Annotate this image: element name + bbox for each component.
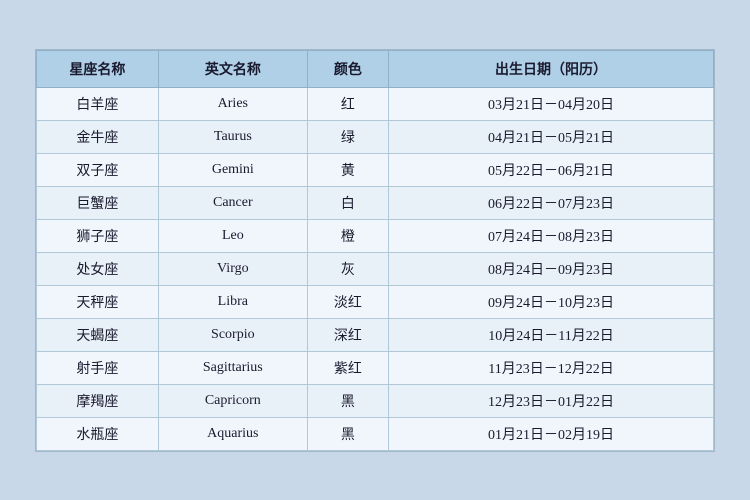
table-row: 狮子座Leo橙07月24日－08月23日 (37, 219, 714, 252)
header-date: 出生日期（阳历） (389, 50, 714, 87)
cell-color: 橙 (307, 219, 388, 252)
table-row: 白羊座Aries红03月21日－04月20日 (37, 87, 714, 120)
table-row: 水瓶座Aquarius黑01月21日－02月19日 (37, 417, 714, 450)
cell-english: Virgo (158, 252, 307, 285)
cell-english: Cancer (158, 186, 307, 219)
cell-date: 03月21日－04月20日 (389, 87, 714, 120)
cell-chinese: 射手座 (37, 351, 159, 384)
header-color: 颜色 (307, 50, 388, 87)
cell-date: 01月21日－02月19日 (389, 417, 714, 450)
table-row: 天蝎座Scorpio深红10月24日－11月22日 (37, 318, 714, 351)
table-row: 金牛座Taurus绿04月21日－05月21日 (37, 120, 714, 153)
cell-color: 淡红 (307, 285, 388, 318)
cell-english: Aquarius (158, 417, 307, 450)
table-row: 摩羯座Capricorn黑12月23日－01月22日 (37, 384, 714, 417)
cell-date: 11月23日－12月22日 (389, 351, 714, 384)
cell-chinese: 水瓶座 (37, 417, 159, 450)
cell-english: Libra (158, 285, 307, 318)
cell-color: 灰 (307, 252, 388, 285)
cell-chinese: 金牛座 (37, 120, 159, 153)
header-chinese: 星座名称 (37, 50, 159, 87)
cell-date: 05月22日－06月21日 (389, 153, 714, 186)
cell-english: Leo (158, 219, 307, 252)
cell-color: 深红 (307, 318, 388, 351)
cell-chinese: 双子座 (37, 153, 159, 186)
cell-color: 绿 (307, 120, 388, 153)
cell-date: 06月22日－07月23日 (389, 186, 714, 219)
table-row: 天秤座Libra淡红09月24日－10月23日 (37, 285, 714, 318)
cell-color: 紫红 (307, 351, 388, 384)
table-row: 巨蟹座Cancer白06月22日－07月23日 (37, 186, 714, 219)
cell-english: Taurus (158, 120, 307, 153)
cell-english: Aries (158, 87, 307, 120)
cell-chinese: 狮子座 (37, 219, 159, 252)
table-row: 双子座Gemini黄05月22日－06月21日 (37, 153, 714, 186)
cell-date: 09月24日－10月23日 (389, 285, 714, 318)
table-row: 射手座Sagittarius紫红11月23日－12月22日 (37, 351, 714, 384)
table-header-row: 星座名称 英文名称 颜色 出生日期（阳历） (37, 50, 714, 87)
cell-color: 黄 (307, 153, 388, 186)
cell-english: Sagittarius (158, 351, 307, 384)
cell-color: 白 (307, 186, 388, 219)
zodiac-table-container: 星座名称 英文名称 颜色 出生日期（阳历） 白羊座Aries红03月21日－04… (35, 49, 715, 452)
header-english: 英文名称 (158, 50, 307, 87)
cell-date: 04月21日－05月21日 (389, 120, 714, 153)
table-row: 处女座Virgo灰08月24日－09月23日 (37, 252, 714, 285)
cell-chinese: 巨蟹座 (37, 186, 159, 219)
cell-color: 黑 (307, 384, 388, 417)
cell-chinese: 天秤座 (37, 285, 159, 318)
zodiac-table: 星座名称 英文名称 颜色 出生日期（阳历） 白羊座Aries红03月21日－04… (36, 50, 714, 451)
cell-color: 红 (307, 87, 388, 120)
cell-date: 12月23日－01月22日 (389, 384, 714, 417)
cell-chinese: 白羊座 (37, 87, 159, 120)
cell-chinese: 处女座 (37, 252, 159, 285)
cell-english: Scorpio (158, 318, 307, 351)
cell-date: 10月24日－11月22日 (389, 318, 714, 351)
cell-chinese: 天蝎座 (37, 318, 159, 351)
cell-english: Gemini (158, 153, 307, 186)
cell-color: 黑 (307, 417, 388, 450)
cell-chinese: 摩羯座 (37, 384, 159, 417)
cell-date: 08月24日－09月23日 (389, 252, 714, 285)
cell-date: 07月24日－08月23日 (389, 219, 714, 252)
cell-english: Capricorn (158, 384, 307, 417)
